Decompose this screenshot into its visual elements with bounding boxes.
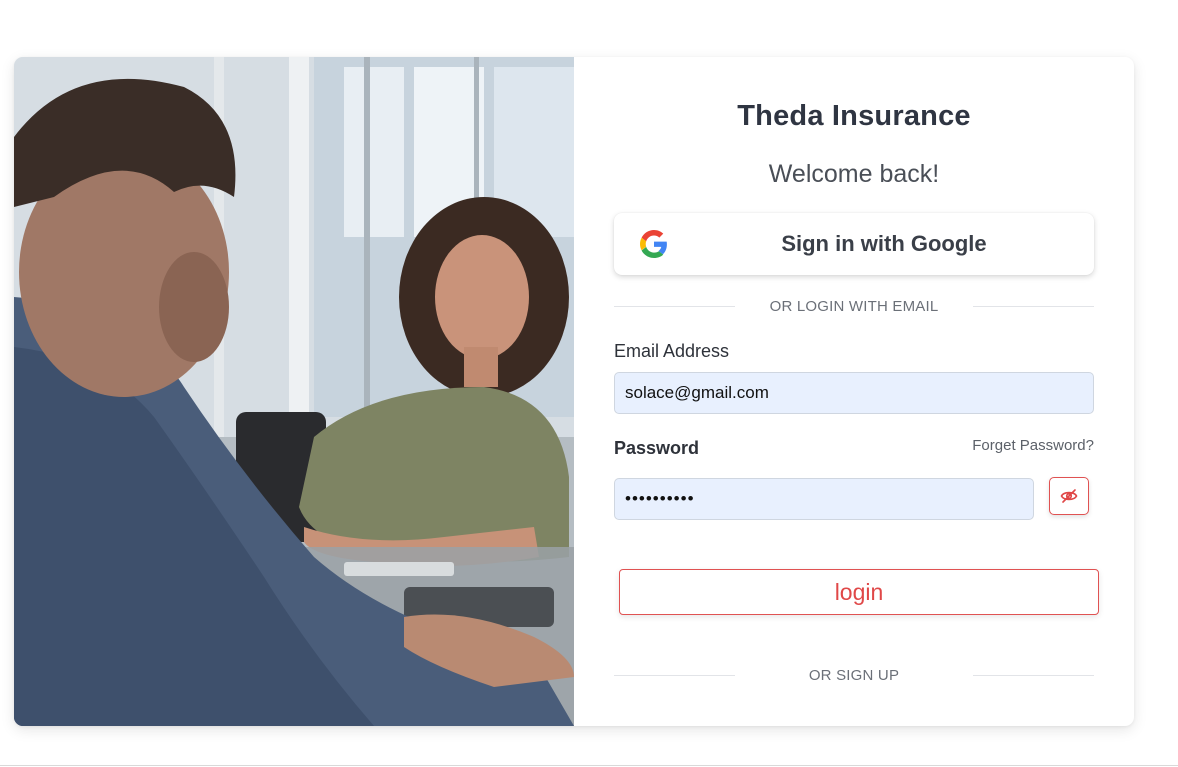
- login-button[interactable]: login: [619, 569, 1099, 615]
- login-card: Theda Insurance Welcome back! Sign in wi…: [14, 57, 1134, 726]
- divider-line: [973, 306, 1094, 307]
- google-signin-label: Sign in with Google: [781, 231, 987, 256]
- toggle-password-visibility-button[interactable]: [1049, 477, 1089, 515]
- login-page: Theda Insurance Welcome back! Sign in wi…: [0, 0, 1178, 767]
- email-input[interactable]: [614, 372, 1094, 414]
- welcome-heading: Welcome back!: [768, 160, 940, 188]
- email-label: Email Address: [614, 341, 730, 361]
- login-form: Theda Insurance Welcome back! Sign in wi…: [574, 57, 1134, 726]
- hero-photo-illustration: [14, 57, 574, 726]
- brand-title: Theda Insurance: [737, 100, 971, 132]
- divider-signup: OR SIGN UP: [614, 666, 1094, 686]
- password-input[interactable]: [614, 478, 1034, 520]
- divider-login-email: OR LOGIN WITH EMAIL: [614, 297, 1094, 317]
- divider-line: [973, 675, 1094, 676]
- page-bottom-border: [0, 765, 1178, 766]
- forgot-password-link[interactable]: Forget Password?: [972, 437, 1094, 454]
- hero-photo: [14, 57, 574, 726]
- google-signin-button[interactable]: Sign in with Google: [614, 213, 1094, 275]
- password-label: Password: [614, 438, 700, 458]
- google-icon: [640, 230, 667, 258]
- eye-slash-icon: [1060, 489, 1078, 503]
